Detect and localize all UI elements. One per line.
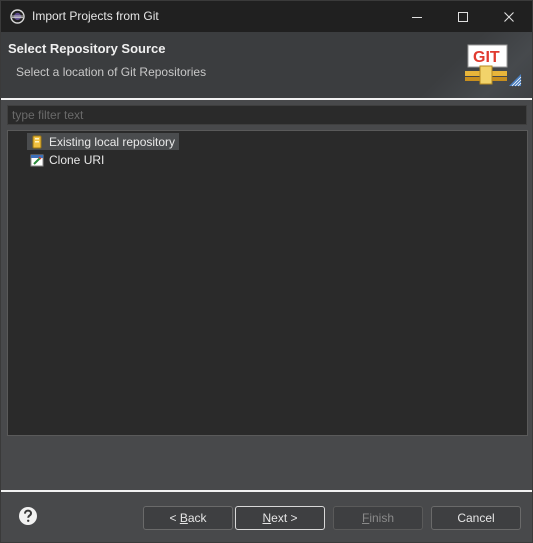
cancel-button[interactable]: Cancel — [431, 506, 521, 530]
import-dialog: Import Projects from Git Select Reposito… — [0, 0, 533, 543]
cancel-button-label: Cancel — [457, 511, 495, 525]
title-bar[interactable]: Import Projects from Git — [1, 1, 532, 32]
back-button-mnemonic: B — [179, 511, 188, 525]
back-button[interactable]: < Back — [143, 506, 233, 530]
window-title: Import Projects from Git — [32, 9, 159, 23]
maximize-button[interactable] — [440, 1, 486, 32]
back-button-prefix: < — [169, 511, 180, 525]
logo-letter-g: GIT — [473, 49, 500, 66]
header-separator — [1, 98, 532, 100]
repository-source-tree[interactable]: Existing local repository Clone URI — [7, 130, 528, 436]
finish-button-mnemonic: F — [361, 511, 370, 525]
wizard-header: Select Repository Source Select a locati… — [1, 32, 532, 98]
close-button[interactable] — [486, 1, 532, 32]
clone-uri-icon — [30, 154, 44, 166]
minimize-icon — [412, 16, 422, 18]
repository-icon — [32, 135, 42, 148]
next-button-rest: ext > — [271, 511, 298, 525]
eclipse-icon — [10, 9, 25, 24]
back-button-rest: ack — [187, 511, 207, 525]
close-icon — [504, 11, 514, 22]
filter-input[interactable] — [7, 105, 527, 125]
tree-item-clone-uri[interactable]: Clone URI — [27, 151, 108, 168]
minimize-button[interactable] — [394, 1, 440, 32]
next-button[interactable]: Next > — [235, 506, 325, 530]
help-icon[interactable] — [18, 506, 38, 526]
git-logo-icon: GIT — [465, 44, 522, 87]
tree-item-label: Existing local repository — [49, 134, 176, 149]
tree-item-label: Clone URI — [49, 152, 105, 167]
finish-button-rest: inish — [369, 511, 395, 525]
next-button-mnemonic: N — [262, 511, 272, 525]
page-title: Select Repository Source — [8, 41, 166, 56]
tree-item-existing-local-repository[interactable]: Existing local repository — [27, 133, 180, 150]
finish-button[interactable]: Finish — [333, 506, 423, 530]
page-description: Select a location of Git Repositories — [16, 65, 207, 79]
maximize-icon — [458, 11, 468, 22]
